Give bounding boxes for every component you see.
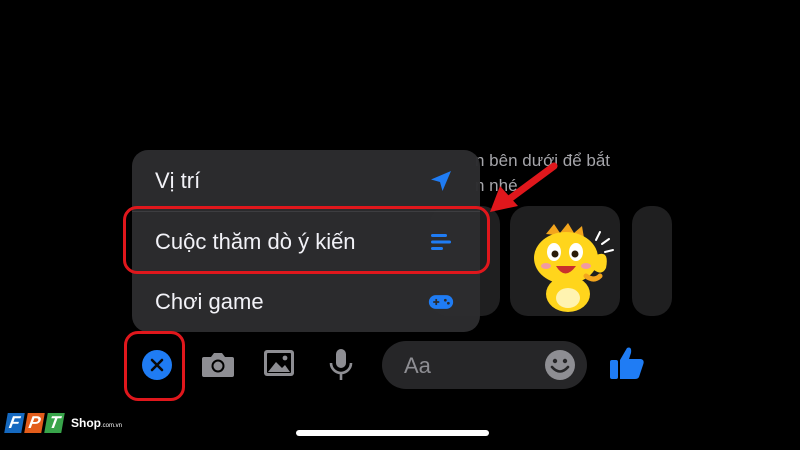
logo-letter: P xyxy=(24,413,45,433)
sticker-tile[interactable] xyxy=(632,206,672,316)
gallery-icon[interactable] xyxy=(263,348,295,378)
sticker-tile[interactable] xyxy=(510,206,620,316)
red-arrow-annotation xyxy=(490,162,558,212)
logo-letter: T xyxy=(44,413,65,433)
message-input[interactable]: Aa xyxy=(382,341,587,389)
logo-shop-text: Shop.com.vn xyxy=(71,416,122,430)
location-arrow-icon xyxy=(428,168,454,194)
menu-item-label: Vị trí xyxy=(155,168,201,193)
logo-letter: F xyxy=(4,413,25,433)
dinosaur-sticker-image xyxy=(534,223,614,312)
close-icon xyxy=(150,358,164,372)
poll-highlight-annotation xyxy=(123,206,490,274)
home-indicator xyxy=(296,430,489,436)
menu-item-play-game[interactable]: Chơi game xyxy=(132,272,480,332)
fpt-shop-logo: F P T Shop.com.vn xyxy=(4,413,122,433)
microphone-icon[interactable] xyxy=(328,348,354,382)
close-menu-button[interactable] xyxy=(142,350,172,380)
logo-domain: .com.vn xyxy=(101,423,123,429)
camera-icon[interactable] xyxy=(200,348,236,380)
message-input-placeholder: Aa xyxy=(404,353,431,378)
thumbs-up-icon[interactable] xyxy=(608,345,646,381)
menu-item-label: Chơi game xyxy=(155,289,264,314)
menu-item-location[interactable]: Vị trí xyxy=(132,151,480,211)
logo-shop-word: Shop xyxy=(71,416,101,430)
emoji-icon[interactable] xyxy=(543,348,577,382)
game-controller-icon xyxy=(428,289,454,315)
